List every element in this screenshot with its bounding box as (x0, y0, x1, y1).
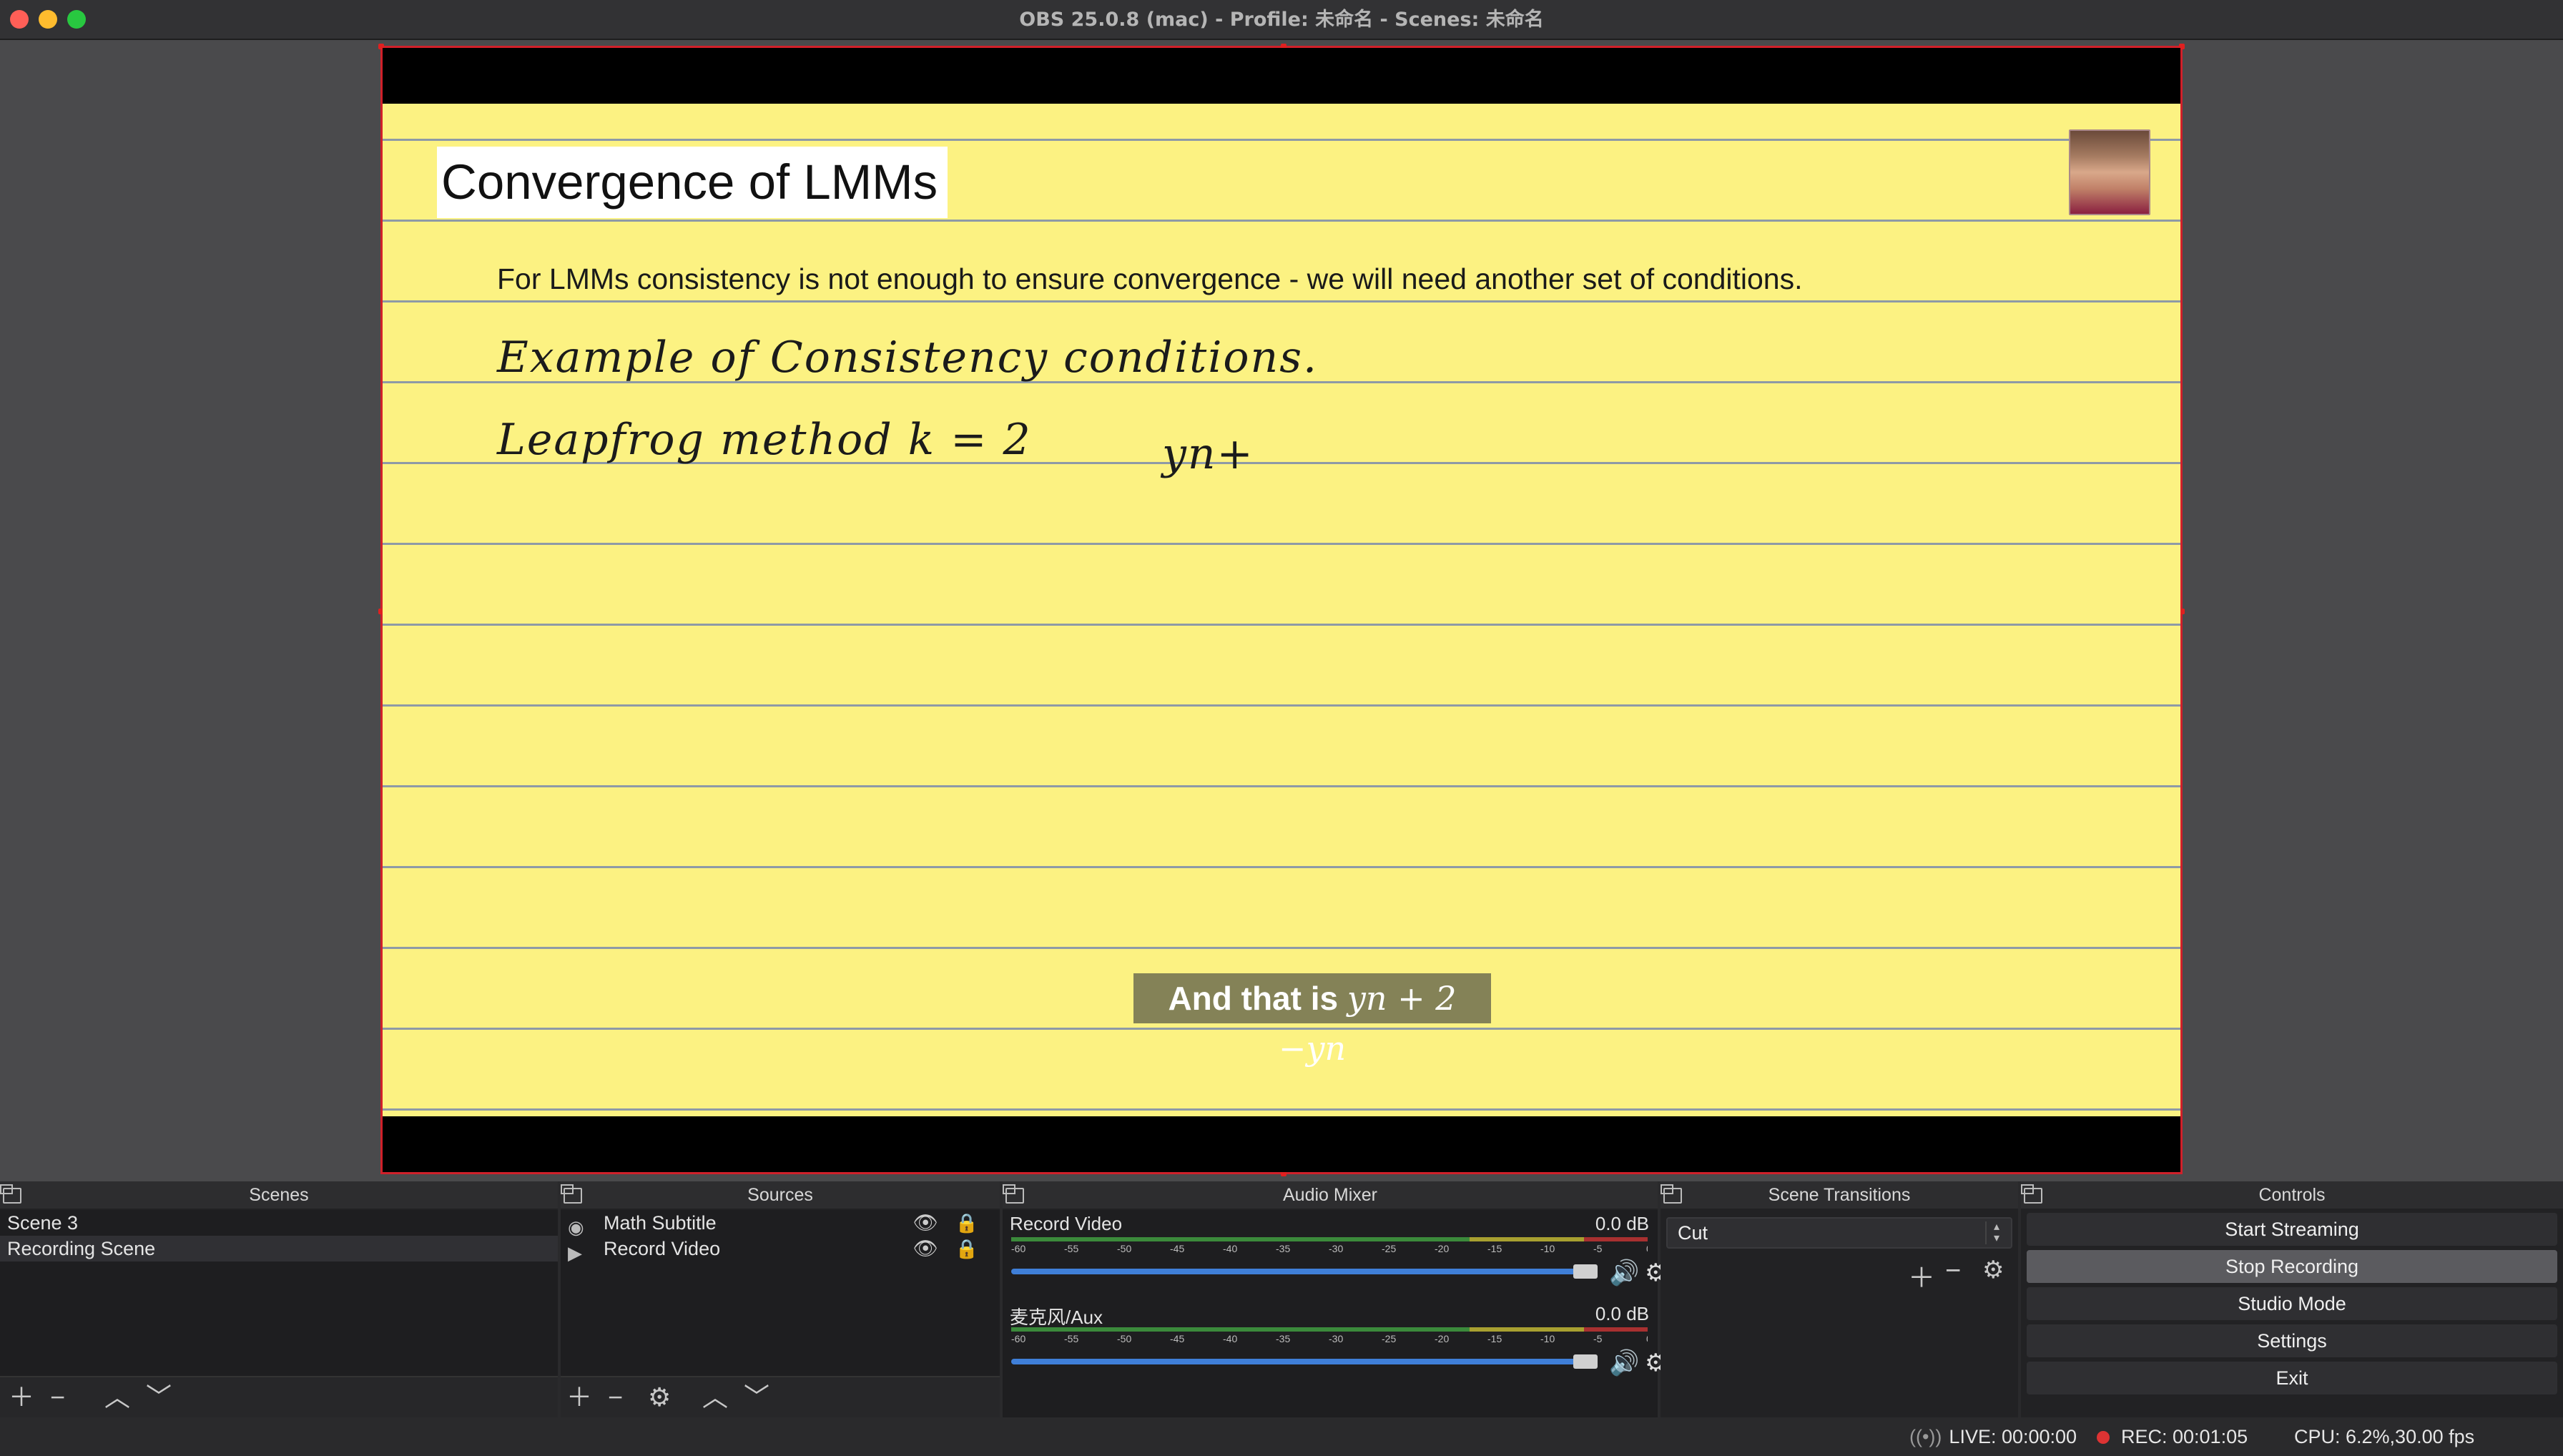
docks-area: Scenes Scene 3 Recording Scene ＋ − ︿ ﹀ S… (0, 1181, 2563, 1417)
transition-gear-icon[interactable]: ⚙ (1982, 1256, 2004, 1284)
move-up-icon[interactable]: ︿ (104, 1384, 130, 1410)
exit-button[interactable]: Exit (2027, 1362, 2557, 1394)
move-up-icon[interactable]: ︿ (702, 1384, 728, 1410)
float-dock-icon[interactable] (2021, 1184, 2042, 1204)
window-title: OBS 25.0.8 (mac) - Profile: 未命名 - Scenes… (1019, 9, 1544, 31)
minimize-window-button[interactable] (39, 10, 57, 29)
add-source-icon[interactable]: ＋ (566, 1384, 592, 1410)
controls-dock: Controls Start Streaming Stop Recording … (2021, 1181, 2563, 1417)
scene-item[interactable]: Scene 3 (0, 1210, 558, 1236)
move-down-icon[interactable]: ﹀ (146, 1384, 172, 1410)
volume-meter (1011, 1237, 1648, 1241)
source-properties-gear-icon[interactable]: ⚙ (648, 1384, 671, 1410)
preview-canvas[interactable]: Convergence of LMMs For LMMs consistency… (378, 44, 2185, 1176)
scene-transitions-title: Scene Transitions (1768, 1185, 1911, 1205)
transition-selected: Cut (1678, 1222, 1708, 1244)
rec-status: REC: 00:01:05 (2097, 1426, 2248, 1448)
handwriting-line: Leapfrog method k = 2 (497, 415, 1032, 465)
handwriting-line: yn+ (1162, 429, 1254, 479)
mixer-channels: Record Video 0.0 dB -60 -55 -50 -45 -40 -35 -3… (1003, 1210, 1666, 1417)
sources-dock: Sources ◉ Math Subtitle 👁 🔒 ▶ Record Vid… (561, 1181, 1000, 1417)
slide-paper: Convergence of LMMs For LMMs consistency… (383, 104, 2180, 1116)
volume-slider-knob[interactable] (1573, 1264, 1598, 1279)
slide-title: Convergence of LMMs (437, 147, 948, 218)
move-down-icon[interactable]: ﹀ (744, 1384, 769, 1410)
presenter-photo (2069, 129, 2150, 215)
float-dock-icon[interactable] (1661, 1184, 1682, 1204)
controls-dock-header: Controls (2021, 1181, 2563, 1209)
source-item[interactable]: ▶ Record Video 👁 🔒 (561, 1236, 1000, 1264)
channel-db: 0.0 dB (1595, 1213, 1649, 1234)
scenes-list[interactable]: Scene 3 Recording Scene (0, 1210, 558, 1376)
float-dock-icon[interactable] (561, 1184, 582, 1204)
window-titlebar: OBS 25.0.8 (mac) - Profile: 未命名 - Scenes… (0, 0, 2563, 40)
sources-list[interactable]: ◉ Math Subtitle 👁 🔒 ▶ Record Video 👁 🔒 (561, 1210, 1000, 1376)
source-name: Math Subtitle (604, 1212, 717, 1234)
meter-scale: -60-55-50-45-40-35-30-25-20-15-10-50 (1011, 1333, 1648, 1344)
zoom-window-button[interactable] (67, 10, 86, 29)
scene-transitions-dock-header: Scene Transitions (1661, 1181, 2018, 1209)
channel-name: 麦克风/Aux (1010, 1307, 1103, 1328)
meter-scale: -60-55-50-45-40-35-30-25-20-15-10-50 (1011, 1243, 1648, 1254)
audio-mixer-dock: Audio Mixer Record Video 0.0 dB -60 -55 -5… (1003, 1181, 1666, 1417)
close-window-button[interactable] (10, 10, 29, 29)
subtitle-text: And that is (1168, 980, 1347, 1017)
rec-time: REC: 00:01:05 (2121, 1426, 2248, 1447)
lock-icon[interactable]: 🔒 (955, 1236, 978, 1261)
volume-meter (1011, 1327, 1648, 1332)
mixer-channel: 麦克风/Aux 0.0 dB -60 -55 -50 -45 -40 -35 -30 -25-… (1003, 1300, 1666, 1387)
broadcast-icon: ((•)) (1909, 1426, 1942, 1447)
start-streaming-button[interactable]: Start Streaming (2027, 1213, 2557, 1246)
handwriting-line: Example of Consistency conditions. (497, 333, 1319, 383)
scenes-dock: Scenes Scene 3 Recording Scene ＋ − ︿ ﹀ (0, 1181, 558, 1417)
speaker-mute-icon[interactable]: 🔊 (1609, 1349, 1639, 1377)
live-time: LIVE: 00:00:00 (1949, 1426, 2077, 1447)
play-icon: ▶ (568, 1242, 582, 1264)
add-transition-icon[interactable]: ＋ (1908, 1256, 1935, 1295)
cpu-status: CPU: 6.2%,30.00 fps (2294, 1426, 2475, 1447)
visibility-eye-icon[interactable]: 👁 (912, 1210, 938, 1236)
volume-slider[interactable] (1011, 1269, 1576, 1274)
speaker-mute-icon[interactable]: 🔊 (1609, 1259, 1639, 1287)
settings-button[interactable]: Settings (2027, 1324, 2557, 1357)
status-bar: ((•)) LIVE: 00:00:00 REC: 00:01:05 CPU: 6… (0, 1417, 2563, 1456)
channel-name: Record Video (1010, 1213, 1123, 1234)
transition-select[interactable]: Cut ▴ ▾ (1666, 1217, 2012, 1249)
scene-transitions-dock: Scene Transitions Cut ▴ ▾ ＋ − ⚙ (1661, 1181, 2018, 1417)
float-dock-icon[interactable] (1003, 1184, 1024, 1204)
channel-db: 0.0 dB (1595, 1303, 1649, 1324)
scenes-title: Scenes (249, 1185, 309, 1205)
studio-mode-button[interactable]: Studio Mode (2027, 1287, 2557, 1320)
preview-area: Convergence of LMMs For LMMs consistency… (0, 41, 2563, 1181)
math-subtitle: And that is yn + 2 −yn (1133, 973, 1491, 1068)
source-name: Record Video (604, 1238, 721, 1259)
volume-slider-knob[interactable] (1573, 1354, 1598, 1369)
sources-dock-header: Sources (561, 1181, 1000, 1209)
lock-icon[interactable]: 🔒 (955, 1210, 978, 1236)
remove-scene-icon[interactable]: − (50, 1384, 65, 1410)
remove-transition-icon[interactable]: − (1945, 1256, 1961, 1287)
scenes-toolbar: ＋ − ︿ ﹀ (0, 1376, 558, 1417)
stop-recording-button[interactable]: Stop Recording (2027, 1250, 2557, 1283)
volume-slider[interactable] (1011, 1359, 1576, 1364)
add-scene-icon[interactable]: ＋ (9, 1384, 34, 1410)
controls-title: Controls (2258, 1185, 2326, 1205)
source-item[interactable]: ◉ Math Subtitle 👁 🔒 (561, 1210, 1000, 1238)
audio-mixer-title: Audio Mixer (1283, 1185, 1377, 1205)
letterbox-bottom (383, 1116, 2180, 1172)
record-dot-icon (2097, 1431, 2110, 1444)
sources-title: Sources (747, 1185, 813, 1205)
float-dock-icon[interactable] (0, 1184, 21, 1204)
chevron-updown-icon: ▴ ▾ (1985, 1221, 2007, 1244)
scenes-dock-header: Scenes (0, 1181, 558, 1209)
slide-text: For LMMs consistency is not enough to en… (497, 262, 1803, 295)
remove-source-icon[interactable]: − (608, 1384, 623, 1410)
letterbox-top (383, 48, 2180, 104)
live-status: ((•)) LIVE: 00:00:00 (1909, 1426, 2077, 1448)
visibility-eye-icon[interactable]: 👁 (912, 1236, 938, 1261)
mixer-channel: Record Video 0.0 dB -60 -55 -50 -45 -40 -35 -3… (1003, 1210, 1666, 1297)
audio-mixer-dock-header: Audio Mixer (1003, 1181, 1658, 1209)
sources-toolbar: ＋ − ⚙ ︿ ﹀ (561, 1376, 1000, 1417)
scene-item[interactable]: Recording Scene (0, 1236, 558, 1261)
